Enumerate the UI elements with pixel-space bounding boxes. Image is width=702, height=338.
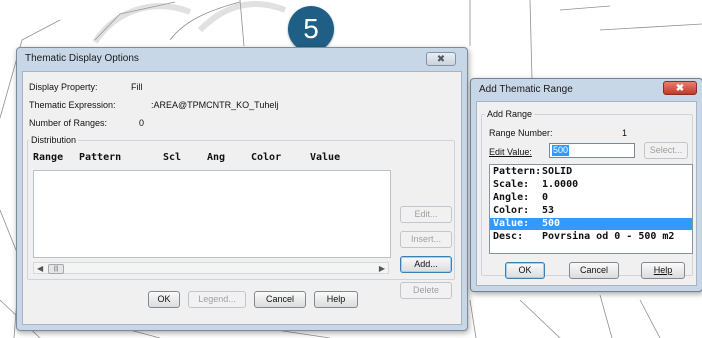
select-button[interactable]: Select... (644, 142, 688, 159)
scroll-right-icon[interactable]: ▶ (379, 263, 385, 274)
display-property-value: Fill (131, 82, 143, 92)
number-of-ranges-value: 0 (139, 118, 145, 128)
column-header-range: Range (33, 152, 64, 163)
dialog-title: Thematic Display Options (25, 53, 139, 64)
scroll-left-icon[interactable]: ◀ (37, 263, 43, 274)
distribution-label: Distribution (29, 135, 79, 145)
help-button[interactable]: Help (314, 291, 358, 308)
thematic-expression-label: Thematic Expression: (29, 100, 116, 110)
help-button[interactable]: Help (641, 262, 685, 279)
range-number-label: Range Number: (489, 128, 553, 138)
insert-button[interactable]: Insert... (400, 231, 452, 248)
list-key: Angle: (493, 192, 530, 203)
display-property-label: Display Property: (29, 82, 98, 92)
edit-value-field[interactable]: 500 (549, 143, 635, 158)
list-value: 53 (542, 205, 555, 216)
list-value: 500 (542, 218, 561, 229)
list-item-value-selected[interactable]: Value: 500 (490, 218, 692, 230)
column-header-pattern: Pattern (79, 152, 122, 163)
edit-value-label: Edit Value: (489, 147, 532, 157)
list-value: 1.0000 (542, 179, 579, 190)
list-item-desc[interactable]: Desc: Povrsina od 0 - 500 m2 (490, 231, 692, 243)
column-header-color: Color (251, 152, 282, 163)
add-button[interactable]: Add... (400, 256, 452, 273)
ok-button[interactable]: OK (148, 291, 180, 308)
number-of-ranges-label: Number of Ranges: (29, 118, 108, 128)
column-header-scl: Scl (163, 152, 182, 163)
list-item-scale[interactable]: Scale: 1.0000 (490, 179, 692, 191)
edit-value-text: 500 (552, 145, 570, 156)
column-header-value: Value (310, 152, 341, 163)
column-header-ang: Ang (207, 152, 226, 163)
list-key: Scale: (493, 179, 530, 190)
list-key: Pattern: (493, 166, 542, 177)
step-number-badge: 5 (288, 6, 334, 52)
edit-button[interactable]: Edit... (400, 206, 452, 223)
legend-button[interactable]: Legend... (188, 291, 246, 308)
list-value: Povrsina od 0 - 500 m2 (542, 231, 675, 242)
range-properties-list[interactable]: Pattern: SOLID Scale: 1.0000 Angle: 0 Co… (489, 164, 693, 254)
close-icon[interactable]: ✖ (426, 52, 456, 66)
list-value: SOLID (542, 166, 573, 177)
thematic-display-options-dialog: Thematic Display Options ✖ Display Prope… (16, 47, 468, 331)
dialog-body: Display Property: Fill Thematic Expressi… (22, 71, 462, 325)
list-item-color[interactable]: Color: 53 (490, 205, 692, 217)
thematic-expression-value: :AREA@TPMCNTR_KO_Tuhelj (151, 100, 279, 110)
add-thematic-range-dialog: Add Thematic Range ✖ Add Range Range Num… (470, 78, 702, 292)
range-number-value: 1 (622, 128, 628, 138)
scroll-thumb[interactable]: ||| (48, 264, 64, 274)
add-range-label: Add Range (485, 109, 535, 119)
horizontal-scrollbar[interactable]: ◀ ||| ▶ (33, 262, 389, 274)
delete-button[interactable]: Delete (400, 282, 452, 299)
list-item-pattern[interactable]: Pattern: SOLID (490, 166, 692, 178)
ranges-list[interactable] (33, 170, 391, 258)
cancel-button[interactable]: Cancel (569, 262, 619, 279)
list-key: Value: (493, 218, 530, 229)
list-key: Color: (493, 205, 530, 216)
list-key: Desc: (493, 231, 524, 242)
close-icon[interactable]: ✖ (663, 81, 697, 95)
list-item-angle[interactable]: Angle: 0 (490, 192, 692, 204)
dialog-body: Add Range Range Number: 1 Edit Value: 50… (476, 101, 697, 286)
cancel-button[interactable]: Cancel (254, 291, 306, 308)
ok-button[interactable]: OK (505, 262, 545, 279)
list-value: 0 (542, 192, 549, 203)
